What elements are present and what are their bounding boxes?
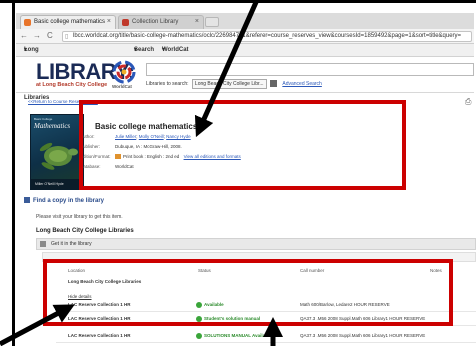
annotation-box-book-details	[79, 100, 406, 190]
libraries-select[interactable]: Long Beach City College Libr...	[191, 79, 267, 89]
search-go-button[interactable]	[269, 80, 277, 88]
collapse-icon	[40, 241, 46, 247]
printer-icon[interactable]: ⎙	[465, 97, 471, 107]
cover-title: Mathematics	[34, 122, 71, 130]
close-tab-icon[interactable]: ×	[107, 16, 111, 28]
forward-arrow-icon[interactable]: →	[33, 31, 41, 41]
search-input[interactable]	[146, 63, 474, 76]
expand-icon	[24, 197, 30, 204]
page-icon: ▯	[65, 34, 69, 40]
book-cover[interactable]: Basic College Mathematics Miller O'Neill…	[30, 114, 84, 190]
tab-basic-college-mathematics[interactable]: Basic college mathematics ×	[20, 15, 116, 29]
library-name: Long Beach City College Libraries	[36, 228, 134, 234]
chevron-down-icon: ▾	[134, 47, 138, 53]
sea-turtle-image	[39, 142, 78, 170]
library-logo-subtitle: at Long Beach City College	[36, 82, 108, 88]
cover-authors: Miller O'Neill Hyde	[31, 179, 83, 189]
browser-tab-bar: Basic college mathematics × Collection L…	[16, 13, 474, 29]
library-favicon-icon	[122, 19, 129, 26]
libraries-label: Libraries to search:	[146, 81, 189, 87]
address-bar[interactable]: ▯ lbcc.worldcat.org/title/basic-college-…	[62, 31, 472, 42]
cover-subtitle: Basic College	[34, 117, 53, 121]
new-tab-button[interactable]	[205, 17, 219, 27]
worldcat-logo-label: WorldCat	[112, 84, 132, 89]
tab-collection-library[interactable]: Collection Library ×	[118, 15, 204, 29]
address-bar-url: lbcc.worldcat.org/title/basic-college-ma…	[73, 33, 462, 39]
library-search-options: Libraries to search: Long Beach City Col…	[146, 79, 322, 89]
frame-left	[12, 0, 15, 346]
advanced-search-link[interactable]: Advanced Search	[282, 81, 321, 87]
find-copy-header[interactable]: Find a copy in the library	[24, 196, 474, 206]
site-navbar: Long Beach City College Libraries ▾ Sear…	[16, 44, 474, 101]
worldcat-logo-icon	[112, 60, 136, 84]
holding-location: LAC Reserve Collection 1 HR	[68, 333, 131, 338]
frame-top	[0, 0, 476, 3]
find-copy-message: Please visit your library to get this it…	[36, 214, 123, 220]
chevron-down-icon: ▾	[24, 47, 28, 53]
browser-toolbar: ← → C ▯ lbcc.worldcat.org/title/basic-co…	[16, 29, 474, 44]
tab-label: Collection Library	[132, 19, 179, 25]
get-it-bar[interactable]: Get it in the library	[36, 238, 476, 250]
tab-label: Basic college mathematics	[34, 19, 106, 25]
worldcat-favicon-icon	[24, 19, 31, 26]
holding-call-number: QA37.3 .M56 2008 Suppl.Math 606 Library1…	[300, 333, 426, 338]
back-arrow-icon[interactable]: ←	[20, 31, 28, 41]
get-it-label: Get it in the library	[51, 241, 92, 247]
annotation-box-holdings	[43, 259, 453, 326]
chevron-down-icon: ▾	[162, 47, 166, 53]
reload-icon[interactable]: C	[47, 31, 53, 41]
site-header: LIBRARY: at Long Beach City College Worl…	[16, 57, 474, 93]
holding-status: SOLUTIONS MANUAL Available	[196, 333, 272, 339]
close-tab-icon[interactable]: ×	[195, 16, 199, 28]
find-copy-label: Find a copy in the library	[33, 198, 105, 204]
check-circle-icon	[196, 333, 202, 339]
